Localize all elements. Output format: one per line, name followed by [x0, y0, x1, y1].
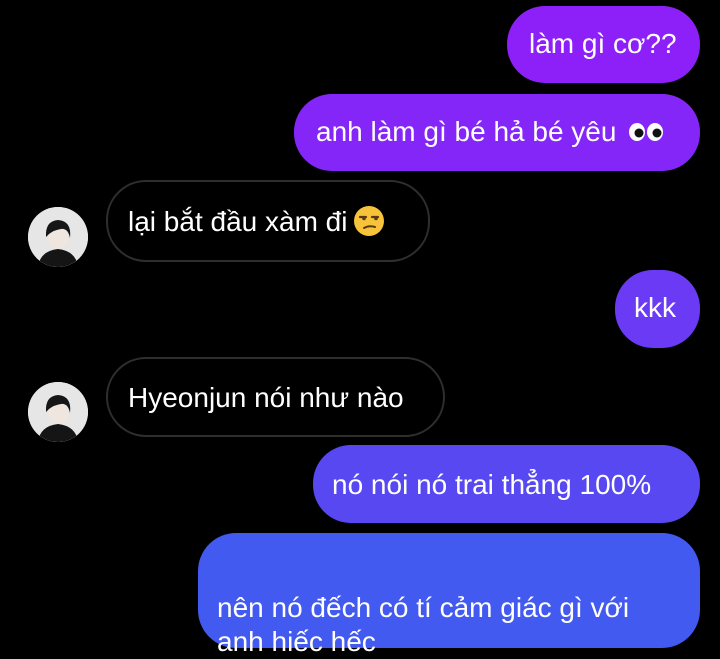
contact-avatar[interactable]	[28, 382, 88, 442]
message-text: anh làm gì bé hả bé yêu	[316, 116, 617, 147]
message-bubble-outgoing[interactable]: nên nó đếch có tí cảm giác gì với anh hi…	[198, 533, 700, 657]
message-bubble-incoming[interactable]: lại bắt đầu xàm đi	[106, 180, 430, 262]
message-text: nó nói nó trai thẳng 100%	[332, 469, 652, 500]
message-bubble-outgoing[interactable]: làm gì cơ??	[507, 6, 700, 83]
message-text: kkk	[634, 292, 676, 323]
eyes-emoji-icon	[629, 122, 664, 141]
message-bubble-outgoing[interactable]: kkk	[615, 270, 700, 348]
message-text: làm gì cơ??	[529, 28, 677, 59]
contact-avatar[interactable]	[28, 207, 88, 267]
unamused-face-emoji-icon	[354, 205, 385, 236]
message-bubble-incoming[interactable]: Hyeonjun nói như nào	[106, 357, 445, 437]
message-text: lại bắt đầu xàm đi	[128, 206, 348, 237]
person-avatar-icon	[28, 207, 88, 267]
message-bubble-outgoing[interactable]: nó nói nó trai thẳng 100%	[313, 445, 700, 523]
message-text: Hyeonjun nói như nào	[128, 382, 404, 413]
message-bubble-outgoing[interactable]: anh làm gì bé hả bé yêu	[294, 94, 700, 171]
message-text: nên nó đếch có tí cảm giác gì với anh hi…	[217, 592, 630, 657]
person-avatar-icon	[28, 382, 88, 442]
